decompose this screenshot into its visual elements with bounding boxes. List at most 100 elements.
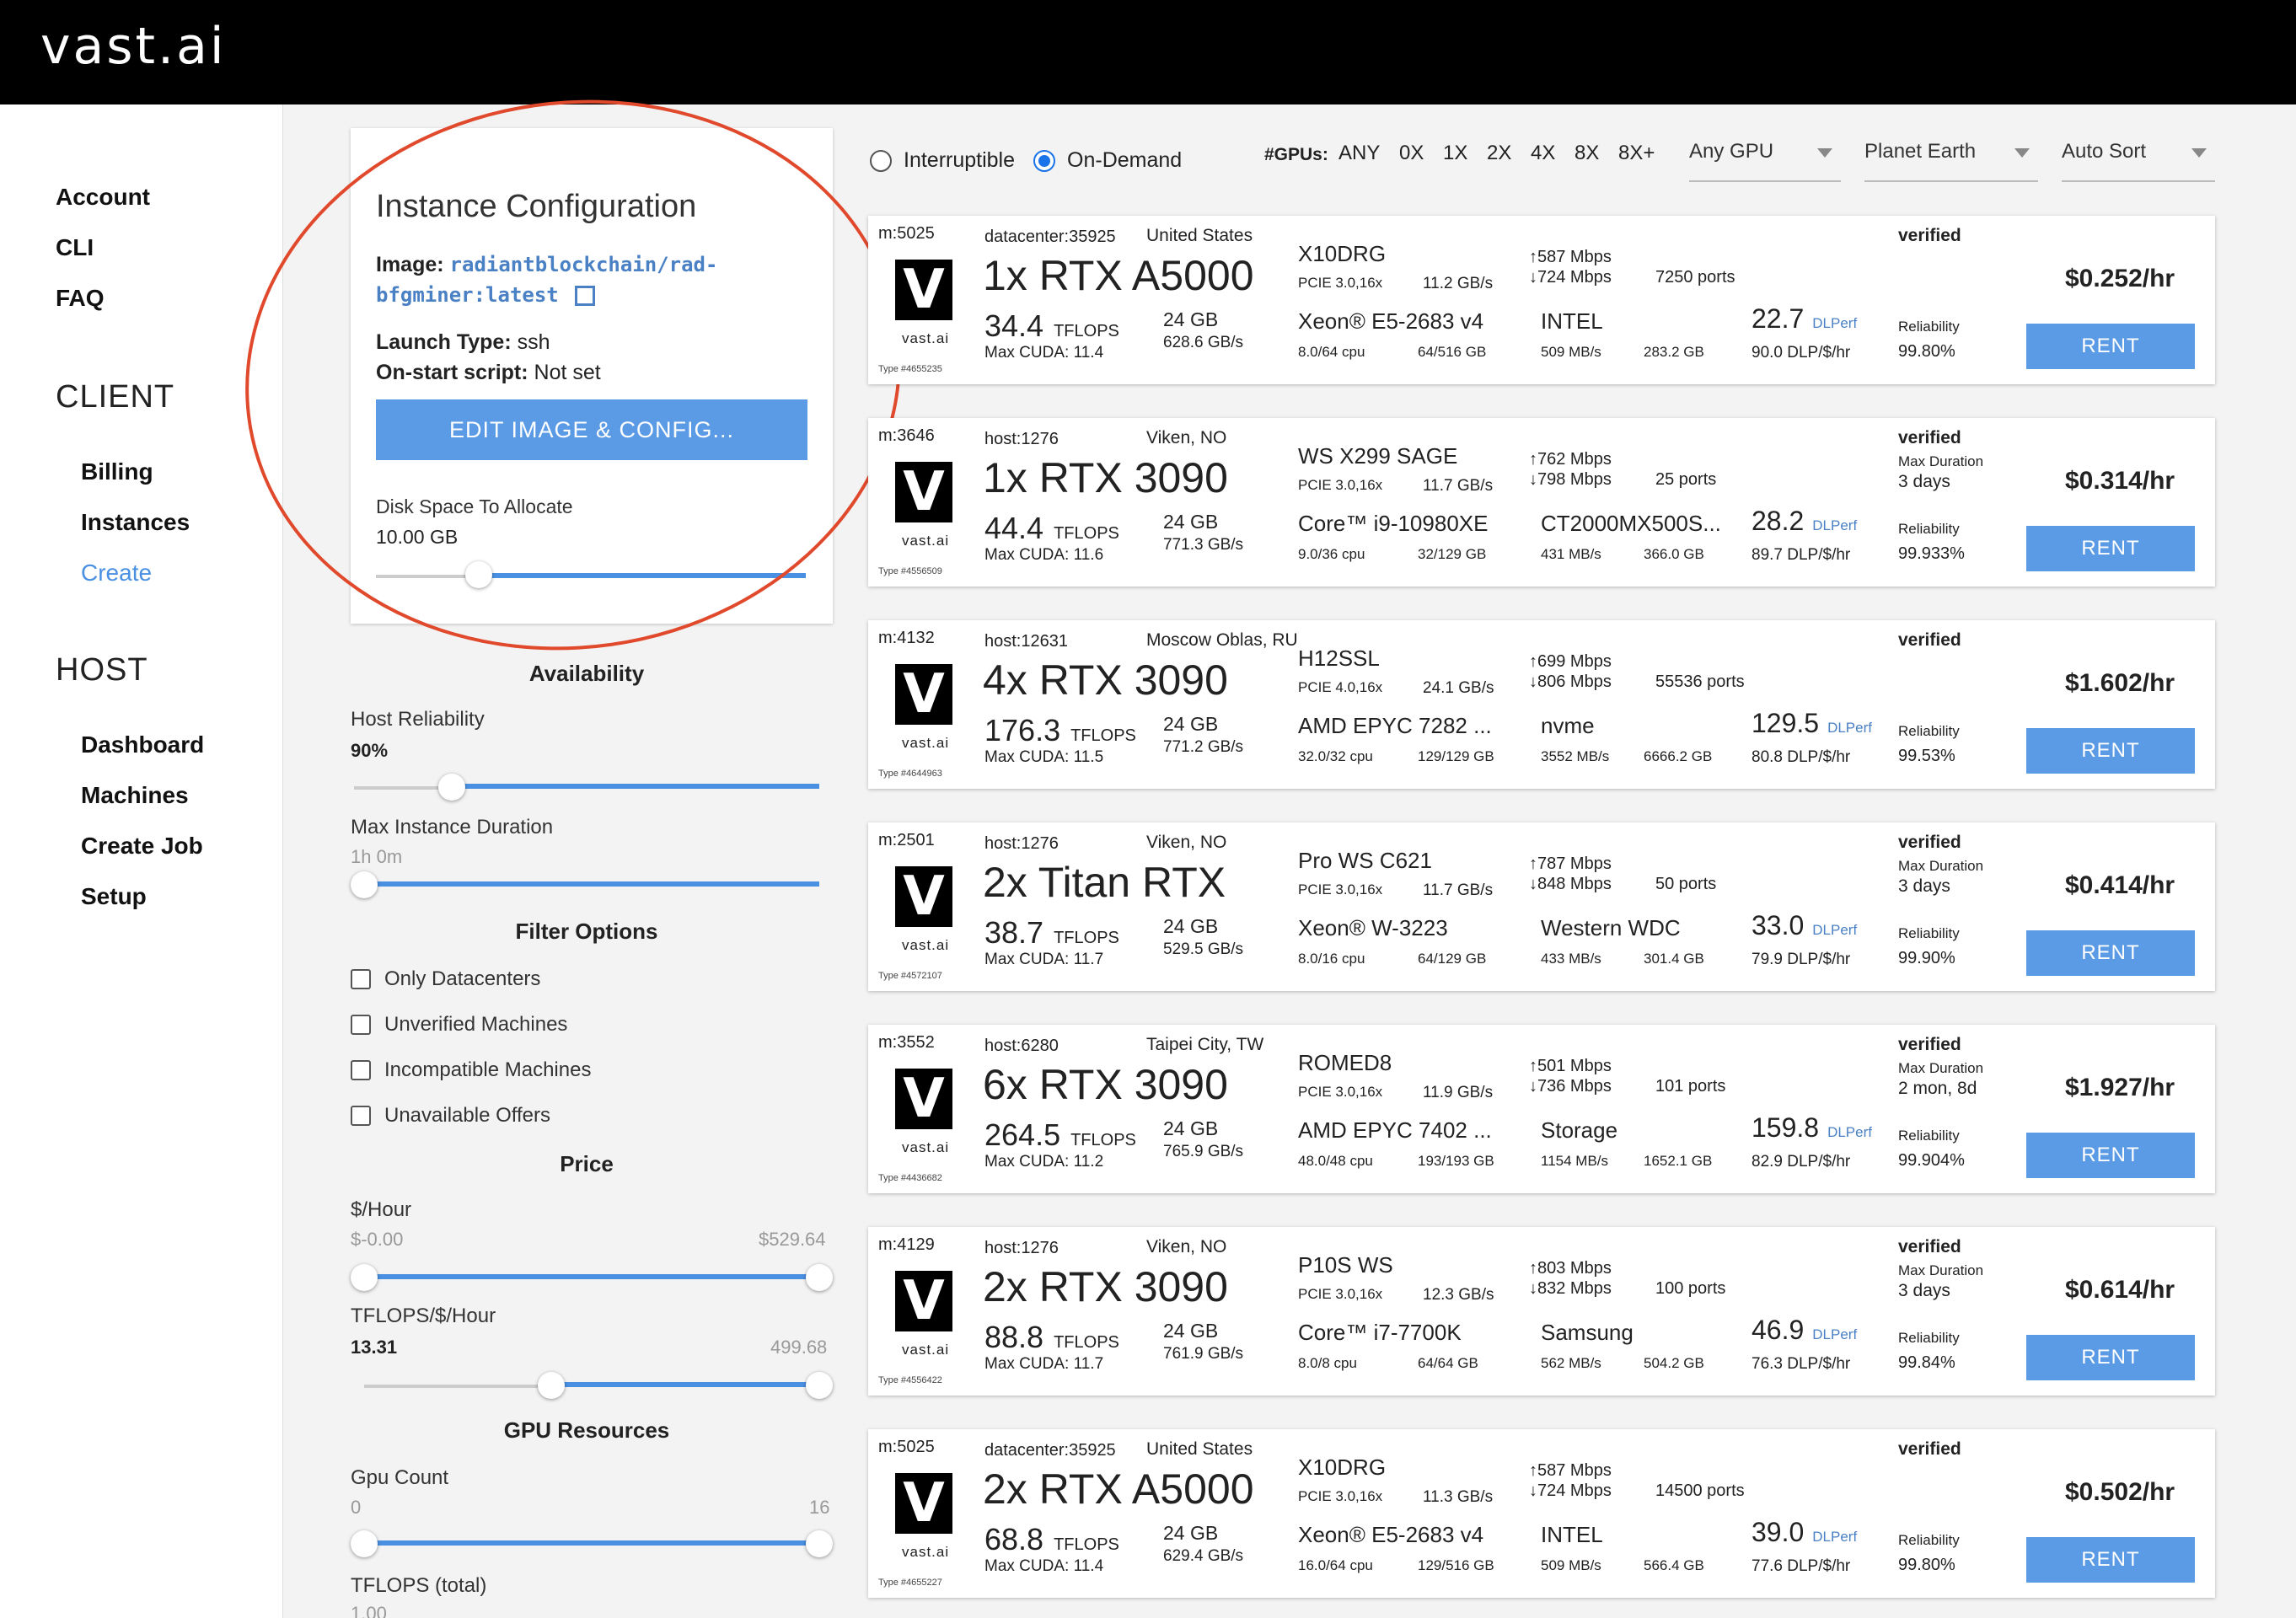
cpu-name: AMD EPYC 7282 ... [1298, 713, 1492, 738]
rent-button[interactable]: RENT [2026, 1537, 2195, 1583]
tflops-slider-min-thumb[interactable] [538, 1372, 565, 1399]
price-slider-min-thumb[interactable] [351, 1264, 378, 1291]
ports: 101 ports [1655, 1077, 1726, 1096]
dlperf-link[interactable]: DLPerf [1827, 1124, 1872, 1140]
sidebar-item-machines[interactable]: Machines [81, 782, 189, 809]
sidebar-item-billing[interactable]: Billing [81, 458, 153, 485]
disk-size: 566.4 GB [1644, 1557, 1704, 1573]
tflops-slider-track[interactable] [550, 1382, 819, 1387]
reliability-value: 99.84% [1898, 1353, 1955, 1372]
disk-bandwidth: 3552 MB/s [1541, 748, 1610, 764]
gpu-option-8x-plus[interactable]: 8X+ [1618, 142, 1655, 165]
reliability-slider-rail [354, 786, 452, 790]
gpu-option-4x[interactable]: 4X [1531, 142, 1555, 165]
checkbox-incompatible-machines[interactable]: Incompatible Machines [351, 1058, 591, 1082]
on-demand-radio[interactable] [1033, 149, 1056, 172]
price: $0.414/hr [2065, 871, 2175, 899]
sidebar-link-faq[interactable]: FAQ [56, 285, 105, 312]
price: $0.314/hr [2065, 467, 2175, 495]
sidebar-link-account[interactable]: Account [56, 184, 150, 211]
rent-button[interactable]: RENT [2026, 1133, 2195, 1178]
checkbox[interactable] [351, 1106, 371, 1126]
checkbox-unverified-machines[interactable]: Unverified Machines [351, 1013, 567, 1037]
rent-button[interactable]: RENT [2026, 930, 2195, 976]
planet-dropdown[interactable]: Planet Earth [1864, 140, 2038, 182]
checkbox[interactable] [351, 1060, 371, 1080]
upload-speed: ↑787 Mbps [1529, 855, 1612, 873]
any-gpu-dropdown[interactable]: Any GPU [1689, 140, 1841, 182]
disk-size: 301.4 GB [1644, 951, 1704, 967]
gpu-option-any[interactable]: ANY [1338, 142, 1380, 165]
tflops-unit: TFLOPS [1054, 1333, 1119, 1352]
reliability-label: Reliability [1898, 1330, 1960, 1346]
radio-group: Interruptible On-Demand [870, 148, 1182, 173]
checkbox[interactable] [351, 1015, 371, 1035]
ram: 129/516 GB [1418, 1557, 1494, 1573]
checkbox-only-datacenters[interactable]: Only Datacenters [351, 967, 540, 991]
reliability-slider-thumb[interactable] [438, 774, 465, 801]
dlperf-link[interactable]: DLPerf [1812, 1529, 1857, 1545]
gpu-option-1x[interactable]: 1X [1443, 142, 1467, 165]
dlperf-link[interactable]: DLPerf [1812, 517, 1857, 533]
sidebar-item-create-job[interactable]: Create Job [81, 833, 203, 860]
price: $1.602/hr [2065, 669, 2175, 697]
cpu-cores: 16.0/64 cpu [1298, 1557, 1373, 1573]
sidebar-item-setup[interactable]: Setup [81, 883, 147, 910]
duration-slider-track[interactable] [364, 881, 819, 887]
checkbox[interactable] [351, 969, 371, 989]
interruptible-radio[interactable] [870, 149, 892, 172]
sidebar-item-create[interactable]: Create [81, 560, 152, 587]
sort-dropdown[interactable]: Auto Sort [2062, 140, 2215, 182]
rent-button[interactable]: RENT [2026, 1335, 2195, 1380]
duration-slider-thumb[interactable] [351, 871, 378, 898]
host-id: host:6280 [984, 1037, 1059, 1055]
gpu-vram: 24 GB [1163, 1320, 1219, 1342]
tflops-total-label: TFLOPS (total) [351, 1574, 487, 1597]
disk-bandwidth: 1154 MB/s [1541, 1153, 1609, 1169]
interruptible-label[interactable]: Interruptible [904, 148, 1015, 173]
on-demand-label[interactable]: On-Demand [1067, 148, 1182, 173]
vast-logo[interactable]: vast.ai [40, 17, 227, 76]
dlperf-link[interactable]: DLPerf [1812, 1326, 1857, 1342]
price-slider-track[interactable] [364, 1274, 819, 1279]
gpu-option-2x[interactable]: 2X [1487, 142, 1511, 165]
location: Moscow Oblas, RU [1146, 630, 1298, 650]
dlperf-link[interactable]: DLPerf [1827, 720, 1872, 736]
dlp-per-dollar: 79.9 DLP/$/hr [1752, 951, 1851, 968]
reliability-slider-track[interactable] [452, 784, 819, 789]
tflops-per-min: 13.31 [351, 1337, 398, 1358]
tflops-slider-max-thumb[interactable] [806, 1372, 833, 1399]
tflops-number: 88.8 [984, 1320, 1044, 1354]
gpu-option-0x[interactable]: 0X [1399, 142, 1424, 165]
checkbox-label: Incompatible Machines [384, 1058, 592, 1081]
ports: 50 ports [1655, 875, 1717, 893]
gpu-count-slider-max-thumb[interactable] [806, 1530, 833, 1557]
cpu-name: Core™ i9-10980XE [1298, 511, 1489, 536]
sidebar-link-cli[interactable]: CLI [56, 234, 94, 261]
rent-button[interactable]: RENT [2026, 526, 2195, 571]
sidebar-item-instances[interactable]: Instances [81, 509, 190, 536]
gpu-option-8x[interactable]: 8X [1574, 142, 1599, 165]
checkbox-label: Only Datacenters [384, 967, 541, 990]
ram: 64/129 GB [1418, 951, 1487, 967]
checkbox-unavailable-offers[interactable]: Unavailable Offers [351, 1104, 550, 1128]
pcie-bandwidth: 11.7 GB/s [1423, 477, 1494, 495]
price-slider-max-thumb[interactable] [806, 1264, 833, 1291]
vast-logo-text: vast.ai [902, 1342, 950, 1358]
disk-bandwidth: 433 MB/s [1541, 951, 1601, 967]
reliability-value: 99.90% [1898, 949, 1955, 967]
reliability-value: 99.80% [1898, 1556, 1955, 1574]
rent-button[interactable]: RENT [2026, 324, 2195, 369]
dlperf-link[interactable]: DLPerf [1812, 315, 1857, 331]
gpu-count-slider-track[interactable] [364, 1540, 819, 1546]
motherboard: P10S WS [1298, 1252, 1393, 1278]
dlperf-link[interactable]: DLPerf [1812, 922, 1857, 938]
gpu-count-slider-min-thumb[interactable] [351, 1530, 378, 1557]
ports: 55536 ports [1655, 672, 1745, 691]
verified-badge: verified [1898, 428, 1961, 447]
pcie-info: PCIE 4.0,16x [1298, 679, 1383, 695]
download-speed: ↓848 Mbps [1529, 875, 1612, 893]
sidebar-item-dashboard[interactable]: Dashboard [81, 731, 204, 758]
vast-logo-text: vast.ai [902, 735, 950, 751]
rent-button[interactable]: RENT [2026, 728, 2195, 774]
